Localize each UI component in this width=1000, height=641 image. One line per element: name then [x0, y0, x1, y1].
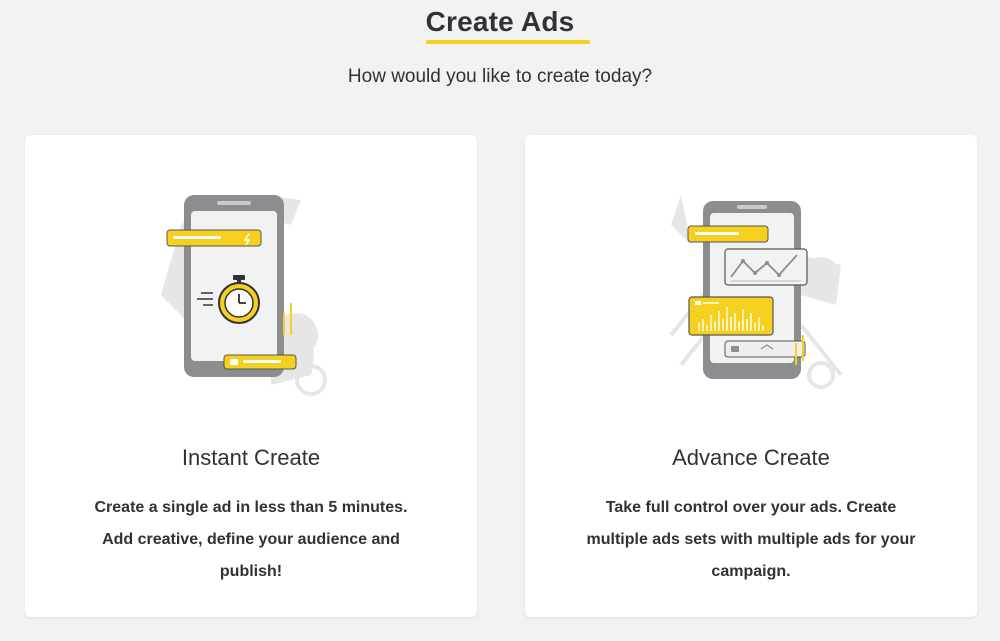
page-subtitle: How would you like to create today?	[347, 66, 653, 87]
instant-create-title: Instant Create	[181, 445, 321, 470]
page-title: Create Ads	[425, 6, 575, 37]
advance-create-description: Take full control over your ads. Create …	[586, 499, 916, 580]
phone-charts-icon	[669, 195, 843, 389]
create-ads-page: Create Ads How would you like to create …	[0, 0, 1000, 641]
instant-create-card[interactable]: Instant Create Create a single ad in les…	[25, 135, 477, 617]
instant-create-description: Create a single ad in less than 5 minute…	[94, 499, 408, 580]
advance-create-title: Advance Create	[672, 445, 830, 470]
title-underline	[426, 40, 590, 44]
header: Create Ads	[0, 0, 1000, 42]
advance-create-card[interactable]: Advance Create Take full control over yo…	[525, 135, 977, 617]
phone-stopwatch-icon	[161, 195, 327, 396]
